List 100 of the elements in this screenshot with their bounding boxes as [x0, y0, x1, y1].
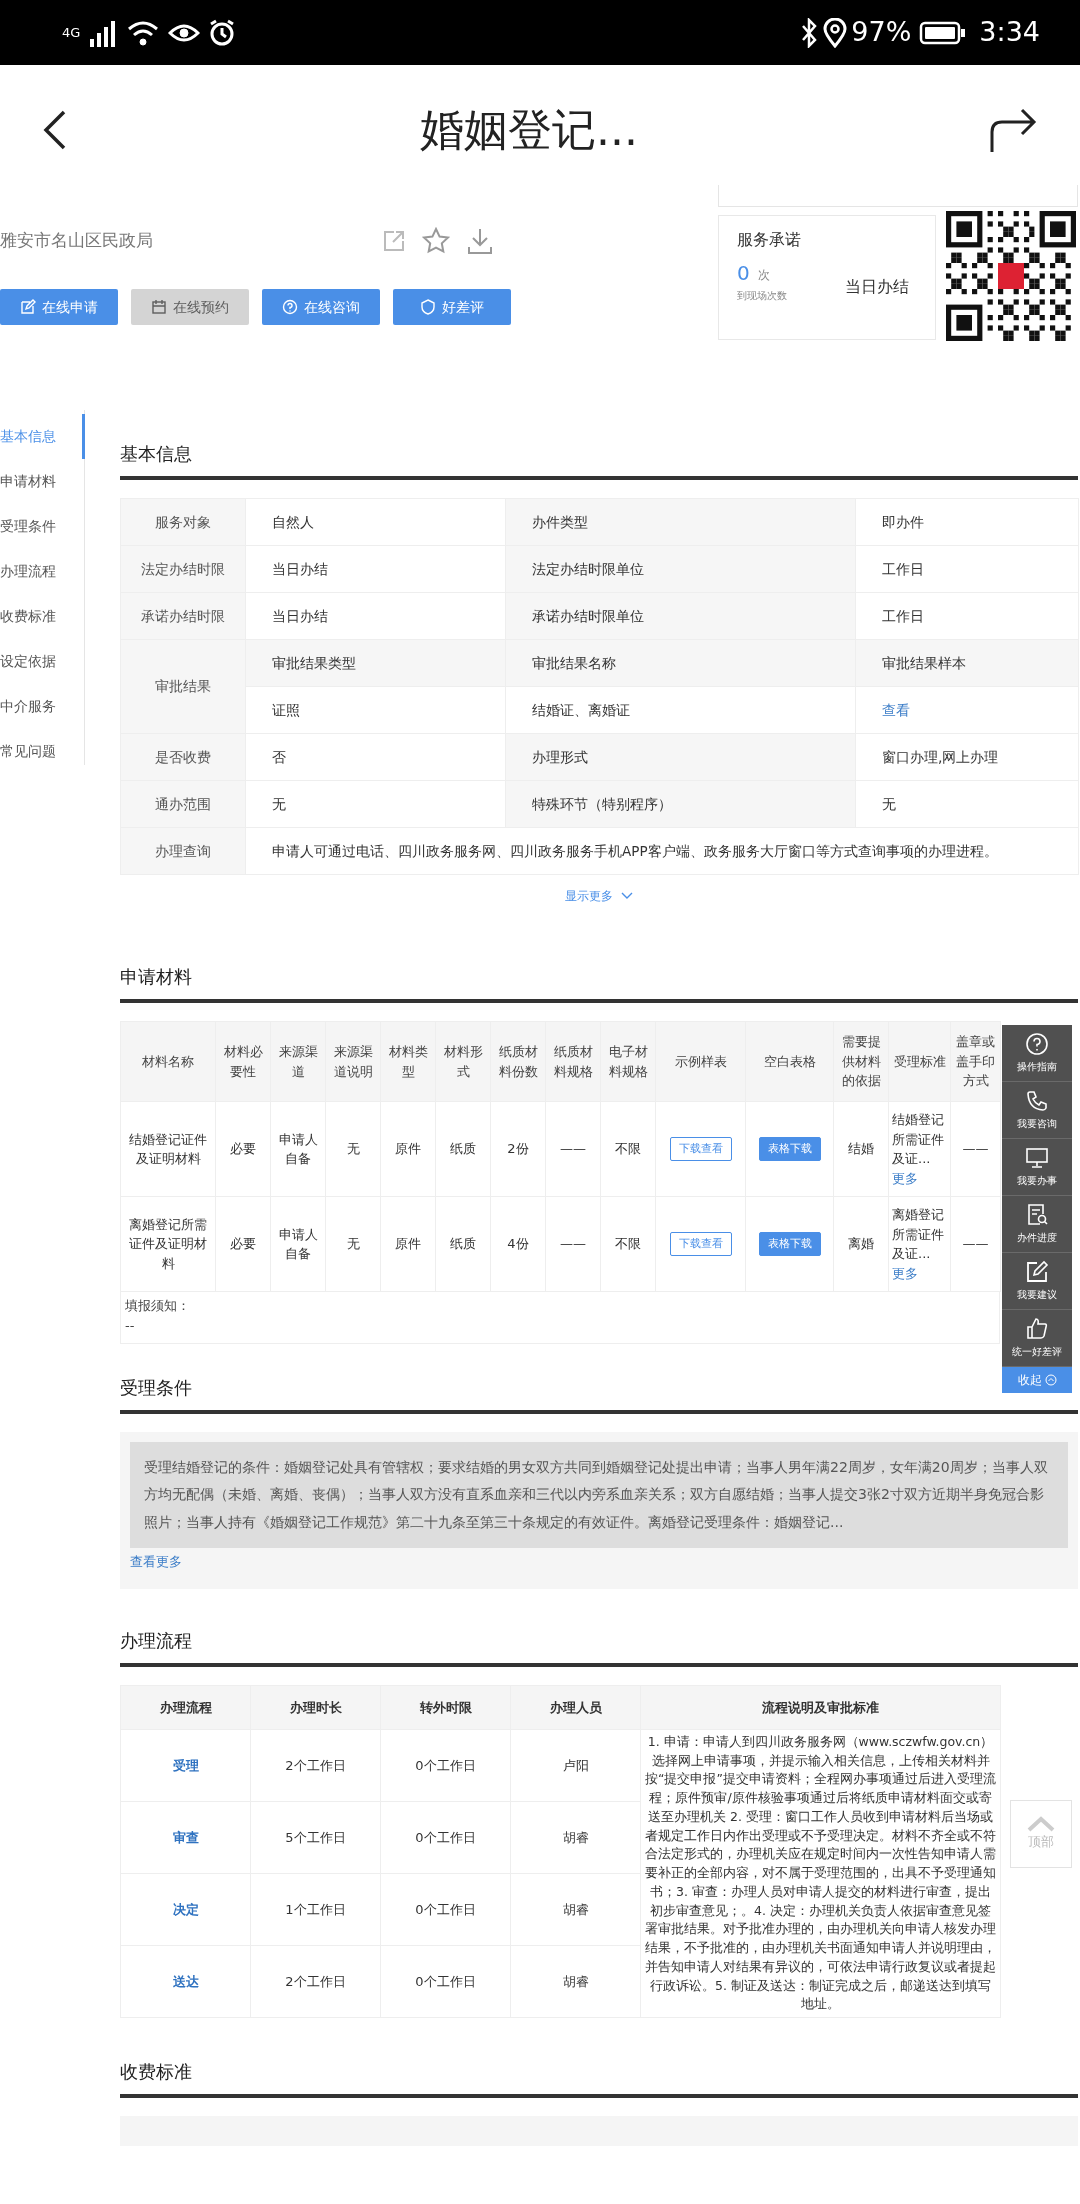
- field-value: 当日办结: [245, 592, 506, 640]
- field-value: 当日办结: [245, 545, 506, 593]
- sidebar-item[interactable]: 设定依据: [0, 639, 85, 684]
- field-value: 申请人可通过电话、四川政务服务网、四川政务服务手机APP客户端、政务服务大厅窗口等方式查询事项的办理进程。: [245, 827, 1079, 875]
- standard-text: 结婚登记所需证件及证...: [892, 1112, 944, 1166]
- sidebar-item[interactable]: 办理流程: [0, 549, 85, 594]
- table-cell: 5个工作日: [250, 1801, 381, 1874]
- sidebar-item[interactable]: 基本信息: [0, 414, 85, 459]
- sidebar-item[interactable]: 常见问题: [0, 729, 85, 774]
- more-link[interactable]: 更多: [892, 1265, 918, 1281]
- download-view-button[interactable]: 下载查看: [669, 1231, 732, 1257]
- section-title: 申请材料: [120, 963, 1078, 1003]
- table-cell: 离婚登记所需证件及证明材料: [120, 1196, 216, 1292]
- action-button[interactable]: 在线咨询: [262, 289, 380, 325]
- step-link[interactable]: 审查: [172, 1829, 199, 1845]
- float-menu-item[interactable]: 操作指南: [1002, 1025, 1072, 1082]
- column-header: 办理时长: [250, 1685, 381, 1730]
- form-download-button[interactable]: 表格下载: [758, 1136, 821, 1162]
- column-header: 需要提供材料的依据: [833, 1021, 889, 1102]
- field-value: 工作日: [855, 592, 1079, 640]
- clock-time: 3:34: [979, 15, 1040, 50]
- document-search-icon: [1025, 1203, 1049, 1227]
- section-title: 基本信息: [120, 440, 1078, 480]
- table-cell: 纸质: [435, 1101, 491, 1197]
- sidebar-item[interactable]: 收费标准: [0, 594, 85, 639]
- float-menu-item[interactable]: 我要办事: [1002, 1139, 1072, 1196]
- visit-count: 0: [737, 260, 750, 287]
- show-more-link[interactable]: 显示更多: [565, 887, 633, 905]
- notes-label: 填报须知：: [125, 1297, 191, 1315]
- edit-icon: [1025, 1260, 1049, 1284]
- field-label: 法定办结时限: [120, 545, 246, 593]
- department-name: 雅安市名山区民政局: [0, 229, 154, 253]
- sidebar-item[interactable]: 申请材料: [0, 459, 85, 504]
- field-value: 否: [245, 733, 506, 781]
- float-menu-item[interactable]: 统一好差评: [1002, 1310, 1072, 1367]
- form-download-button[interactable]: 表格下载: [758, 1231, 821, 1257]
- chevron-up-icon: [1026, 1816, 1056, 1833]
- field-label: 办件类型: [505, 498, 856, 546]
- table-cell: 1个工作日: [250, 1873, 381, 1946]
- table-cell: 必要: [215, 1196, 271, 1292]
- field-value: 无: [855, 780, 1079, 828]
- question-icon: [282, 299, 298, 315]
- thumbs-up-icon: [1025, 1317, 1049, 1341]
- subheader-cell: 审批结果类型: [245, 639, 506, 687]
- sidebar-item[interactable]: 受理条件: [0, 504, 85, 549]
- phone-icon: [1025, 1089, 1049, 1113]
- external-link-icon[interactable]: [382, 229, 406, 253]
- sidebar-item[interactable]: 中介服务: [0, 684, 85, 729]
- section-title: 收费标准: [120, 2057, 1078, 2098]
- field-value: 即办件: [855, 498, 1079, 546]
- field-label: 是否收费: [120, 733, 246, 781]
- float-menu-item[interactable]: 我要咨询: [1002, 1082, 1072, 1139]
- collapse-button[interactable]: 收起: [1002, 1367, 1072, 1393]
- table-cell: 2份: [490, 1101, 546, 1197]
- view-link[interactable]: 查看: [882, 701, 910, 718]
- field-label: 承诺办结时限单位: [505, 592, 856, 640]
- star-icon[interactable]: [422, 227, 450, 255]
- promise-result: 当日办结: [845, 276, 909, 298]
- location-icon: [823, 17, 848, 48]
- table-cell: 2个工作日: [250, 1945, 381, 2018]
- action-button[interactable]: 在线申请: [0, 289, 118, 325]
- table-cell: 4份: [490, 1196, 546, 1292]
- field-label: 办理查询: [120, 827, 246, 875]
- step-link[interactable]: 送达: [172, 1973, 199, 1989]
- column-header: 纸质材料规格: [545, 1021, 601, 1102]
- field-value: 窗口办理,网上办理: [855, 733, 1079, 781]
- promise-title: 服务承诺: [737, 229, 802, 251]
- step-link[interactable]: 受理: [172, 1757, 199, 1773]
- question-icon: [1025, 1032, 1049, 1056]
- action-button[interactable]: 好差评: [393, 289, 511, 325]
- standard-text: 离婚登记所需证件及证...: [892, 1207, 944, 1261]
- network-label: 4G: [62, 23, 81, 42]
- table-cell: 结婚登记证件及证明材料: [120, 1101, 216, 1197]
- download-icon[interactable]: [466, 227, 494, 255]
- chevron-up-circle-icon: [1044, 1374, 1057, 1386]
- field-value: 证照: [245, 686, 506, 734]
- table-cell: 无: [325, 1196, 381, 1292]
- table-cell: 0个工作日: [380, 1873, 511, 1946]
- column-header: 材料必要性: [215, 1021, 271, 1102]
- table-cell: 纸质: [435, 1196, 491, 1292]
- section-title: 办理流程: [120, 1626, 1078, 1667]
- float-menu-item[interactable]: 我要建议: [1002, 1253, 1072, 1310]
- column-header: 电子材料规格: [600, 1021, 656, 1102]
- view-more-link[interactable]: 查看更多: [130, 1551, 182, 1572]
- subheader-cell: 审批结果名称: [505, 639, 856, 687]
- monitor-icon: [1025, 1146, 1049, 1170]
- float-menu-item[interactable]: 办件进度: [1002, 1196, 1072, 1253]
- count-unit: 次: [757, 267, 770, 284]
- more-link[interactable]: 更多: [892, 1170, 918, 1186]
- column-header: 来源渠道说明: [325, 1021, 381, 1102]
- download-view-button[interactable]: 下载查看: [669, 1136, 732, 1162]
- table-cell: 0个工作日: [380, 1729, 511, 1802]
- notes-value: --: [125, 1316, 136, 1335]
- column-header: 来源渠道: [270, 1021, 326, 1102]
- field-label: 承诺办结时限: [120, 592, 246, 640]
- step-link[interactable]: 决定: [172, 1901, 199, 1917]
- field-label: 通办范围: [120, 780, 246, 828]
- battery-percent: 97%: [851, 15, 912, 50]
- table-cell: 申请人自备: [270, 1196, 326, 1292]
- column-header: 转外时限: [380, 1685, 511, 1730]
